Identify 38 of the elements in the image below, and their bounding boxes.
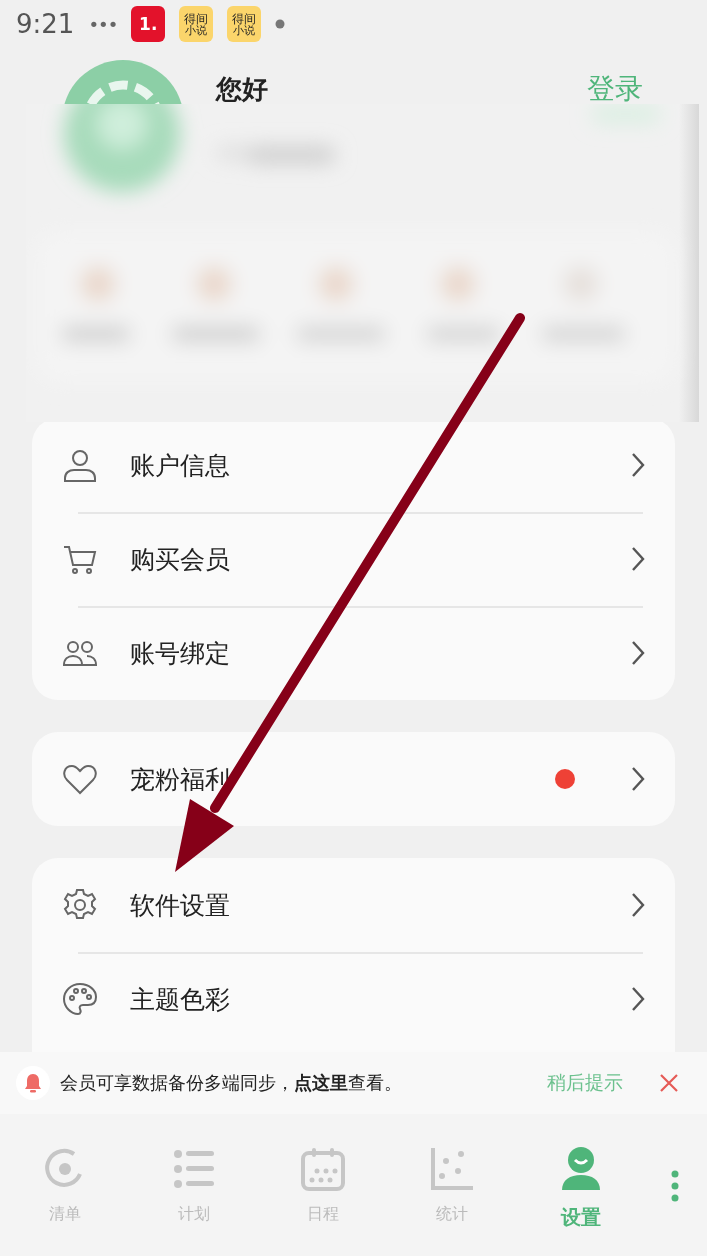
chevron-icon — [631, 640, 645, 666]
chevron-icon — [631, 892, 645, 918]
tab[interactable]: 计划 — [129, 1114, 258, 1256]
chevron-icon — [631, 546, 645, 572]
menu-item[interactable]: 主题色彩 — [32, 952, 675, 1046]
more-icon[interactable] — [671, 1170, 679, 1202]
chevron-icon — [631, 986, 645, 1012]
chevron-icon — [631, 452, 645, 478]
dot-icon — [275, 19, 286, 29]
tab[interactable]: 清单 — [0, 1114, 129, 1256]
tab[interactable]: 日程 — [258, 1114, 387, 1256]
scatter-chart-icon — [428, 1146, 475, 1192]
notice-text: 会员可享数据备份多端同步，点这里查看。 — [60, 1071, 403, 1095]
clock: 9:21 — [16, 9, 75, 39]
app-icon: 得间 小说 — [227, 6, 262, 42]
menu-label: 主题色彩 — [130, 983, 231, 1016]
bell-icon — [16, 1066, 50, 1100]
calendar-icon — [299, 1146, 346, 1192]
menu-item[interactable]: 账号绑定 — [32, 606, 675, 700]
close-icon[interactable] — [659, 1073, 679, 1093]
tab[interactable]: 设置 — [516, 1114, 645, 1256]
app-icon: 得间 小说 — [179, 6, 214, 42]
greeting: 您好 — [216, 73, 268, 106]
menu-item[interactable]: 软件设置 — [32, 858, 675, 952]
login-link[interactable]: 登录 — [587, 70, 643, 108]
palette-icon — [62, 981, 98, 1017]
chevron-icon — [631, 766, 645, 792]
menu-label: 购买会员 — [130, 543, 231, 576]
person-icon — [62, 447, 98, 483]
menu-label: 软件设置 — [130, 889, 231, 922]
tab[interactable]: 统计 — [387, 1114, 516, 1256]
menu-label: 账户信息 — [130, 449, 231, 482]
app-icon: 1. — [131, 6, 166, 42]
menu-item[interactable]: 购买会员 — [32, 512, 675, 606]
menu-item[interactable]: 账户信息 — [32, 418, 675, 512]
remind-later-link[interactable]: 稍后提示 — [547, 1070, 623, 1096]
overflow-dots: ••• — [88, 13, 118, 35]
menu-label: 账号绑定 — [130, 637, 231, 670]
